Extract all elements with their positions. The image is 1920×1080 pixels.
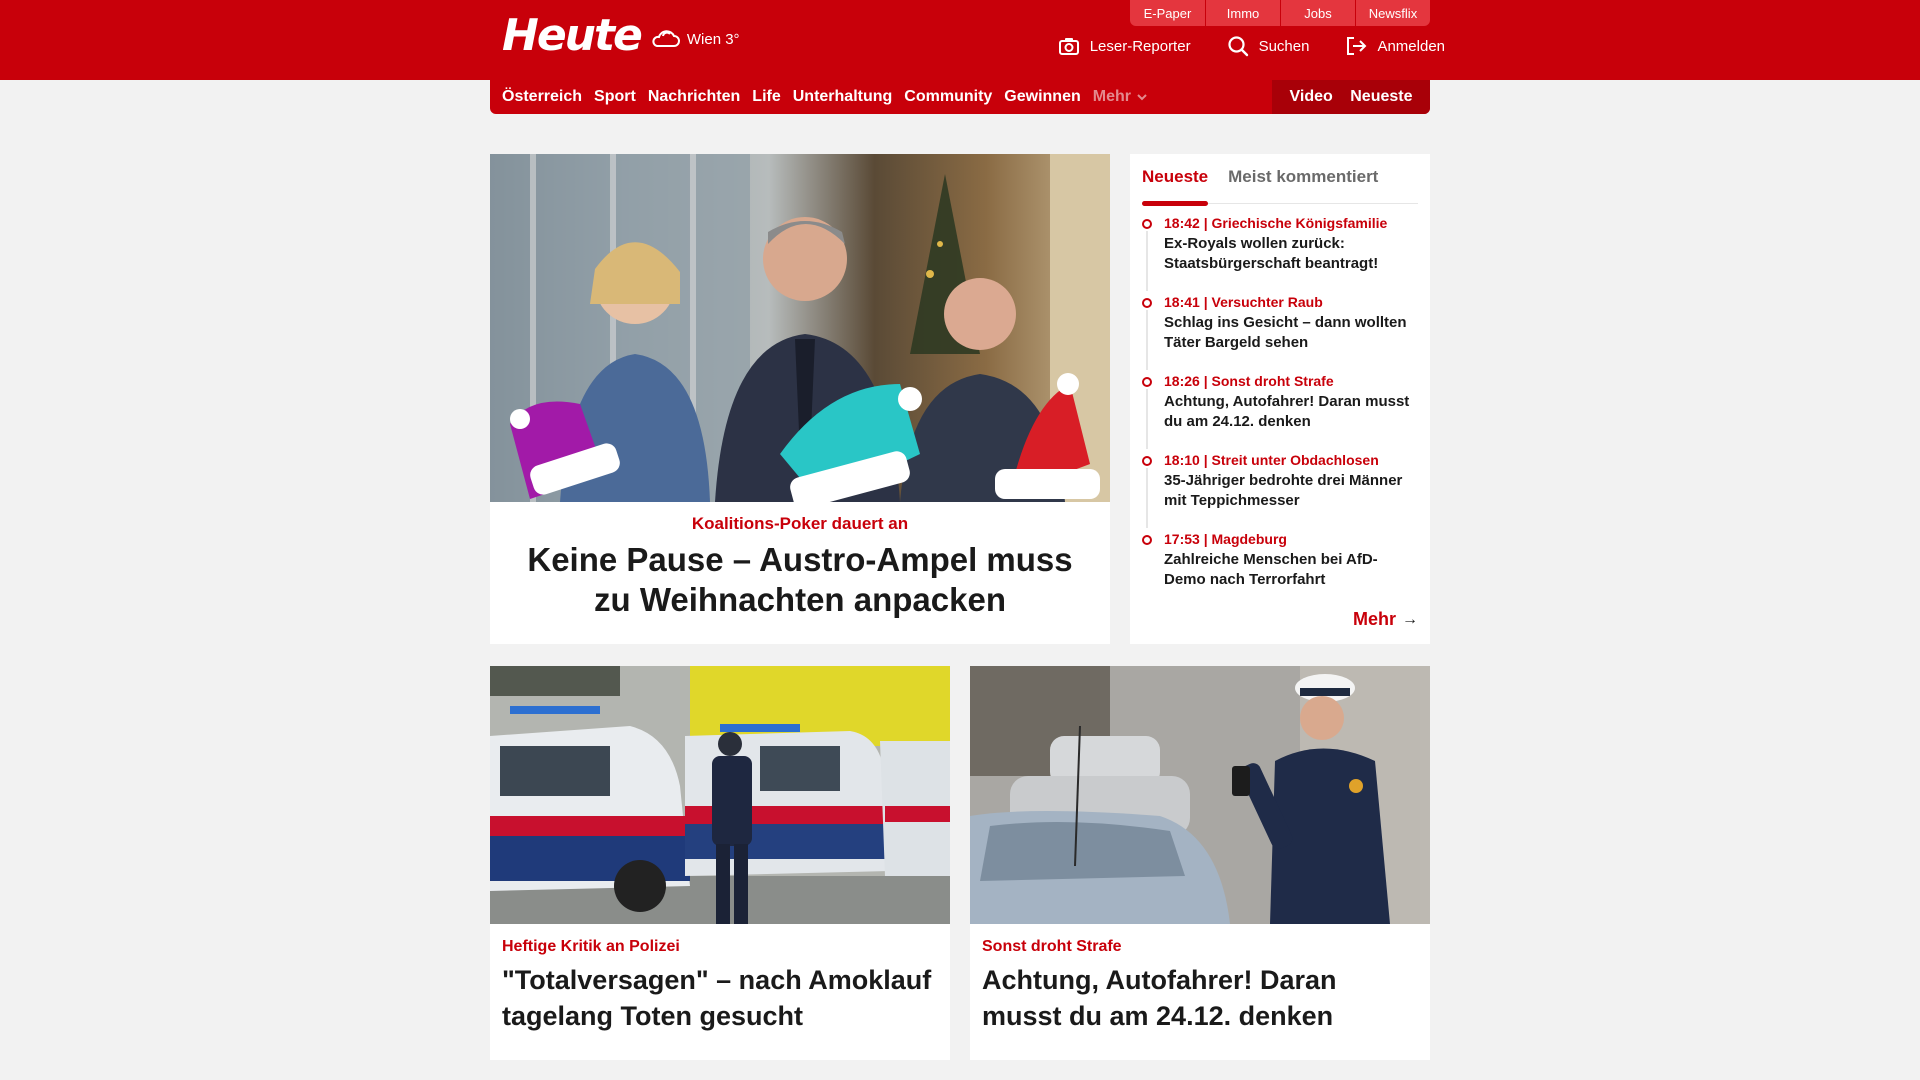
login-icon (1347, 37, 1367, 55)
arrow-right-icon: → (1402, 610, 1418, 628)
leser-reporter-button[interactable]: Leser-Reporter (1058, 36, 1191, 56)
hero-article[interactable]: Koalitions-Poker dauert an Keine Pause –… (490, 154, 1110, 644)
search-label: Suchen (1258, 37, 1310, 55)
news-feed: 18:42 | Griechische Königsfamilie Ex-Roy… (1142, 214, 1418, 609)
article-image[interactable] (490, 666, 950, 924)
top-links: E-Paper Immo Jobs Newsflix (1130, 0, 1430, 26)
feed-title[interactable]: Achtung, Autofahrer! Daran musst du am 2… (1164, 392, 1418, 432)
nav-more-dropdown[interactable]: Mehr (1093, 88, 1149, 106)
feed-title[interactable]: Ex-Royals wollen zurück: Staatsbürgersch… (1164, 234, 1418, 274)
weather-widget[interactable]: Wien 3° (651, 27, 740, 51)
card-kicker: Sonst droht Strafe (982, 938, 1122, 955)
feed-meta: 18:26 | Sonst droht Strafe (1164, 373, 1334, 389)
hero-kicker: Koalitions-Poker dauert an (691, 514, 909, 533)
weather-label: Wien 3° (686, 30, 740, 48)
nav-item-neueste[interactable]: Neueste (1350, 88, 1412, 106)
sidebar-more-link[interactable]: Mehr → (1353, 609, 1418, 630)
search-icon (1227, 36, 1248, 57)
chevron-down-icon (1137, 94, 1147, 101)
hero-photo-illustration (490, 154, 1110, 502)
feed-title[interactable]: 35-Jähriger bedrohte drei Männer mit Tep… (1164, 471, 1418, 511)
article-card[interactable]: Sonst droht Strafe Achtung, Autofahrer! … (970, 666, 1430, 1060)
nav-more-label: Mehr (1092, 88, 1131, 105)
list-item[interactable]: 17:53 | Magdeburg Zahlreiche Menschen be… (1142, 530, 1418, 609)
brand: Heute Wien 3° (502, 14, 740, 58)
feed-meta: 18:10 | Streit unter Obdachlosen (1164, 452, 1379, 468)
leser-reporter-label: Leser-Reporter (1089, 37, 1191, 55)
list-item[interactable]: 18:10 | Streit unter Obdachlosen 35-Jähr… (1142, 451, 1418, 530)
camera-icon (1058, 38, 1079, 55)
hero-title[interactable]: Keine Pause – Austro-Ampel muss zu Weihn… (514, 540, 1086, 620)
timeline-line (1146, 231, 1148, 291)
nav-item-community[interactable]: Community (904, 88, 992, 106)
nav-item-video[interactable]: Video (1289, 88, 1332, 106)
traffic-officer-illustration (970, 666, 1430, 924)
timeline-dot (1142, 298, 1152, 308)
top-link-immo[interactable]: Immo (1205, 0, 1280, 26)
nav-item-gewinnen[interactable]: Gewinnen (1004, 88, 1080, 106)
main-nav: Österreich Sport Nachrichten Life Unterh… (490, 80, 1430, 114)
feed-meta: 17:53 | Magdeburg (1164, 531, 1287, 547)
card-title[interactable]: "Totalversagen" – nach Amoklauf tagelang… (502, 962, 938, 1034)
nav-right-group: Video Neueste (1272, 80, 1430, 114)
feed-meta: 18:41 | Versuchter Raub (1164, 294, 1323, 310)
header-actions: Leser-Reporter Suchen Anmelden (1022, 34, 1445, 58)
nav-item-life[interactable]: Life (752, 88, 780, 106)
login-button[interactable]: Anmelden (1345, 36, 1445, 56)
timeline-line (1146, 389, 1148, 449)
timeline-dot (1142, 535, 1152, 545)
list-item[interactable]: 18:42 | Griechische Königsfamilie Ex-Roy… (1142, 214, 1418, 293)
list-item[interactable]: 18:26 | Sonst droht Strafe Achtung, Auto… (1142, 372, 1418, 451)
nav-item-oesterreich[interactable]: Österreich (502, 88, 582, 106)
sidebar-tabs: Neueste Meist kommentiert (1142, 164, 1418, 206)
cloud-icon (652, 30, 680, 47)
nav-item-unterhaltung[interactable]: Unterhaltung (793, 88, 893, 106)
timeline-line (1146, 310, 1148, 370)
tab-neueste[interactable]: Neueste (1142, 164, 1209, 206)
latest-news-sidebar: Neueste Meist kommentiert 18:42 | Griech… (1130, 154, 1430, 644)
top-link-epaper[interactable]: E-Paper (1130, 0, 1205, 26)
heute-logo[interactable]: Heute (502, 14, 643, 58)
card-title[interactable]: Achtung, Autofahrer! Daran musst du am 2… (982, 962, 1418, 1034)
tab-meist-kommentiert[interactable]: Meist kommentiert (1228, 164, 1378, 204)
list-item[interactable]: 18:41 | Versuchter Raub Schlag ins Gesic… (1142, 293, 1418, 372)
top-link-jobs[interactable]: Jobs (1280, 0, 1355, 26)
sidebar-more-label: Mehr (1352, 609, 1396, 629)
card-kicker: Heftige Kritik an Polizei (502, 938, 680, 955)
feed-title[interactable]: Schlag ins Gesicht – dann wollten Täter … (1164, 313, 1418, 353)
feed-meta: 18:42 | Griechische Königsfamilie (1164, 215, 1388, 231)
login-label: Anmelden (1377, 37, 1445, 55)
site-header: Heute Wien 3° E-Paper Immo Jobs Newsflix… (0, 0, 1920, 80)
hero-image[interactable] (490, 154, 1110, 502)
feed-title[interactable]: Zahlreiche Menschen bei AfD-Demo nach Te… (1164, 550, 1418, 590)
police-vans-illustration (490, 666, 950, 924)
search-button[interactable]: Suchen (1227, 35, 1310, 57)
timeline-dot (1142, 456, 1152, 466)
nav-item-sport[interactable]: Sport (594, 88, 636, 106)
timeline-dot (1142, 377, 1152, 387)
timeline-dot (1142, 219, 1152, 229)
article-image[interactable] (970, 666, 1430, 924)
nav-item-nachrichten[interactable]: Nachrichten (648, 88, 740, 106)
top-link-newsflix[interactable]: Newsflix (1355, 0, 1430, 26)
timeline-line (1146, 468, 1148, 528)
article-card[interactable]: Heftige Kritik an Polizei "Totalversagen… (490, 666, 950, 1060)
